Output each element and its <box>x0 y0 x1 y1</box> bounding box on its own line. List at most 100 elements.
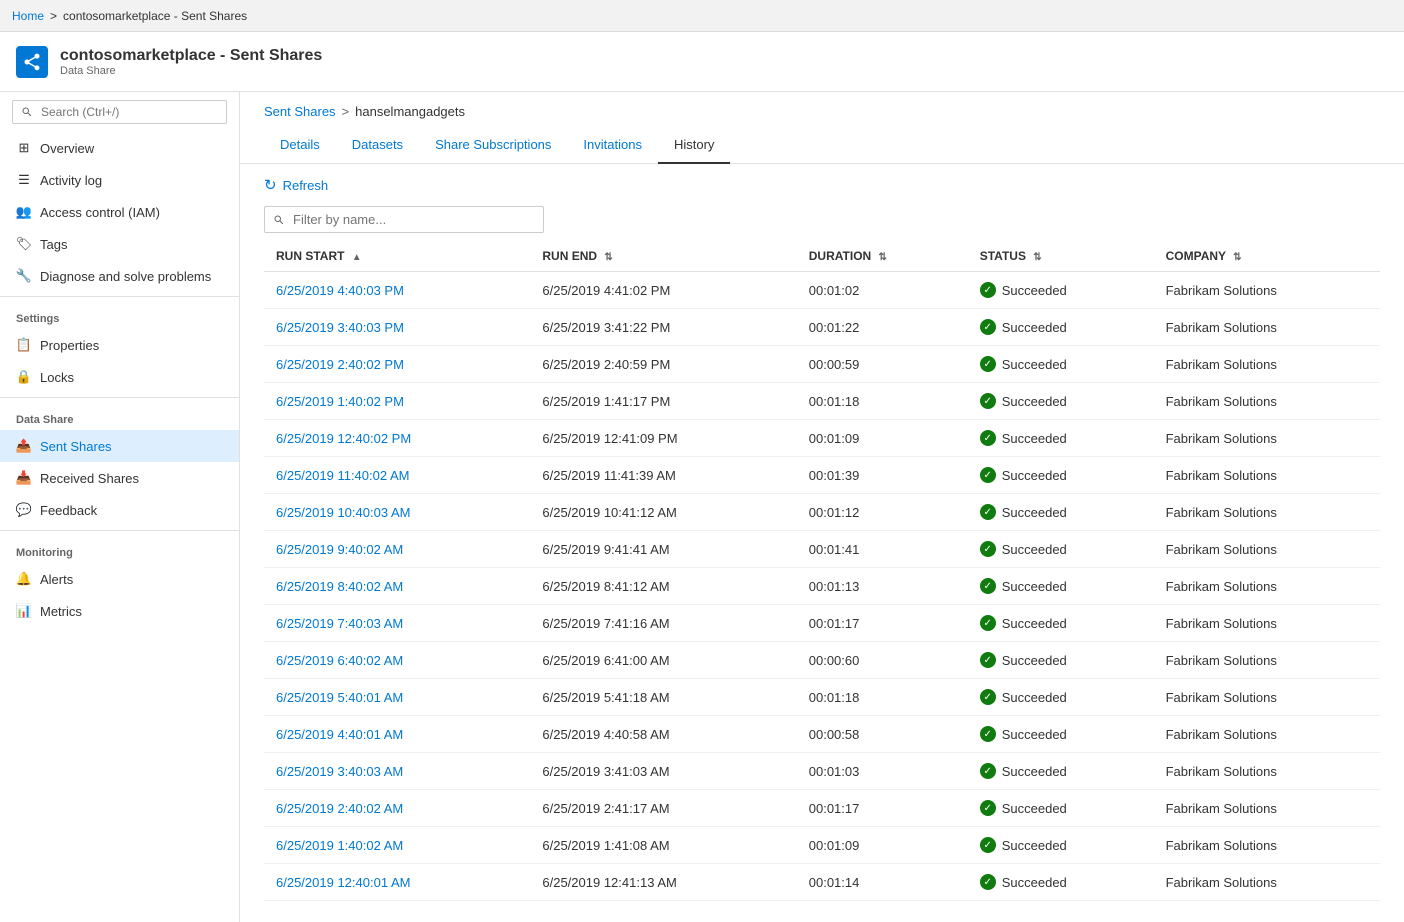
tab-invitations[interactable]: Invitations <box>567 127 658 164</box>
sidebar-item-tags[interactable]: 🏷 Tags <box>0 228 239 260</box>
cell-duration-7: 00:01:41 <box>797 531 968 568</box>
sidebar-item-access-control-label: Access control (IAM) <box>40 205 160 220</box>
sidebar-item-received-shares[interactable]: 📥 Received Shares <box>0 462 239 494</box>
cell-duration-15: 00:01:09 <box>797 827 968 864</box>
cell-status-1: ✓Succeeded <box>968 309 1154 346</box>
sidebar-item-alerts[interactable]: 🔔 Alerts <box>0 563 239 595</box>
wrench-icon: 🔧 <box>16 268 32 284</box>
cell-company-10: Fabrikam Solutions <box>1154 642 1380 679</box>
tab-details[interactable]: Details <box>264 127 336 164</box>
refresh-label: Refresh <box>283 178 329 193</box>
cell-status-6: ✓Succeeded <box>968 494 1154 531</box>
sidebar-item-access-control[interactable]: 👥 Access control (IAM) <box>0 196 239 228</box>
sidebar-item-feedback[interactable]: 💬 Feedback <box>0 494 239 526</box>
metrics-icon: 📊 <box>16 603 32 619</box>
sidebar-item-locks-label: Locks <box>40 370 74 385</box>
status-succeeded-icon-8: ✓ <box>980 578 996 594</box>
run-start-link-5[interactable]: 6/25/2019 11:40:02 AM <box>276 468 409 483</box>
run-start-link-4[interactable]: 6/25/2019 12:40:02 PM <box>276 431 411 446</box>
table-row: 6/25/2019 8:40:02 AM 6/25/2019 8:41:12 A… <box>264 568 1380 605</box>
people-icon: 👥 <box>16 204 32 220</box>
col-duration[interactable]: DURATION ⇅ <box>797 241 968 272</box>
home-link[interactable]: Home <box>12 9 44 23</box>
breadcrumb-parent-link[interactable]: Sent Shares <box>264 104 336 119</box>
run-start-link-16[interactable]: 6/25/2019 12:40:01 AM <box>276 875 410 890</box>
cell-run-end-7: 6/25/2019 9:41:41 AM <box>530 531 796 568</box>
cell-company-16: Fabrikam Solutions <box>1154 864 1380 901</box>
breadcrumb-sep: > <box>342 104 350 119</box>
run-start-link-14[interactable]: 6/25/2019 2:40:02 AM <box>276 801 403 816</box>
run-start-link-3[interactable]: 6/25/2019 1:40:02 PM <box>276 394 404 409</box>
table-row: 6/25/2019 12:40:01 AM 6/25/2019 12:41:13… <box>264 864 1380 901</box>
cell-duration-12: 00:00:58 <box>797 716 968 753</box>
run-start-sort-icon: ▲ <box>352 252 362 263</box>
table-row: 6/25/2019 5:40:01 AM 6/25/2019 5:41:18 A… <box>264 679 1380 716</box>
table-row: 6/25/2019 6:40:02 AM 6/25/2019 6:41:00 A… <box>264 642 1380 679</box>
cell-company-13: Fabrikam Solutions <box>1154 753 1380 790</box>
lock-icon: 🔒 <box>16 369 32 385</box>
cell-status-7: ✓Succeeded <box>968 531 1154 568</box>
cell-duration-13: 00:01:03 <box>797 753 968 790</box>
cell-run-end-0: 6/25/2019 4:41:02 PM <box>530 272 796 309</box>
sidebar-item-metrics[interactable]: 📊 Metrics <box>0 595 239 627</box>
run-start-link-12[interactable]: 6/25/2019 4:40:01 AM <box>276 727 403 742</box>
search-input[interactable] <box>12 100 227 124</box>
history-table-container: RUN START ▲ RUN END ⇅ DURATION ⇅ STATUS … <box>240 241 1404 922</box>
status-sort-icon: ⇅ <box>1033 252 1041 263</box>
sidebar-item-overview[interactable]: ⊞ Overview <box>0 132 239 164</box>
col-status[interactable]: STATUS ⇅ <box>968 241 1154 272</box>
run-start-link-7[interactable]: 6/25/2019 9:40:02 AM <box>276 542 403 557</box>
cell-run-start-3: 6/25/2019 1:40:02 PM <box>264 383 530 420</box>
cell-status-16: ✓Succeeded <box>968 864 1154 901</box>
sidebar-divider-1 <box>0 296 239 297</box>
tab-share-subscriptions[interactable]: Share Subscriptions <box>419 127 567 164</box>
cell-company-5: Fabrikam Solutions <box>1154 457 1380 494</box>
cell-run-end-11: 6/25/2019 5:41:18 AM <box>530 679 796 716</box>
run-start-link-0[interactable]: 6/25/2019 4:40:03 PM <box>276 283 404 298</box>
run-start-link-8[interactable]: 6/25/2019 8:40:02 AM <box>276 579 403 594</box>
cell-status-3: ✓Succeeded <box>968 383 1154 420</box>
col-run-start[interactable]: RUN START ▲ <box>264 241 530 272</box>
sidebar-item-properties[interactable]: 📋 Properties <box>0 329 239 361</box>
table-row: 6/25/2019 1:40:02 PM 6/25/2019 1:41:17 P… <box>264 383 1380 420</box>
cell-status-0: ✓Succeeded <box>968 272 1154 309</box>
sidebar-item-diagnose[interactable]: 🔧 Diagnose and solve problems <box>0 260 239 292</box>
cell-run-start-9: 6/25/2019 7:40:03 AM <box>264 605 530 642</box>
table-body: 6/25/2019 4:40:03 PM 6/25/2019 4:41:02 P… <box>264 272 1380 901</box>
cell-run-start-6: 6/25/2019 10:40:03 AM <box>264 494 530 531</box>
run-start-link-1[interactable]: 6/25/2019 3:40:03 PM <box>276 320 404 335</box>
cell-run-start-0: 6/25/2019 4:40:03 PM <box>264 272 530 309</box>
refresh-button[interactable]: ↻ Refresh <box>264 176 328 194</box>
col-company[interactable]: COMPANY ⇅ <box>1154 241 1380 272</box>
sidebar-item-sent-shares[interactable]: 📤 Sent Shares <box>0 430 239 462</box>
run-start-link-9[interactable]: 6/25/2019 7:40:03 AM <box>276 616 403 631</box>
filter-input[interactable] <box>264 206 544 233</box>
refresh-icon: ↻ <box>264 176 277 194</box>
cell-duration-10: 00:00:60 <box>797 642 968 679</box>
tab-history[interactable]: History <box>658 127 730 164</box>
cell-status-14: ✓Succeeded <box>968 790 1154 827</box>
run-start-link-13[interactable]: 6/25/2019 3:40:03 AM <box>276 764 403 779</box>
run-start-link-10[interactable]: 6/25/2019 6:40:02 AM <box>276 653 403 668</box>
run-start-link-6[interactable]: 6/25/2019 10:40:03 AM <box>276 505 410 520</box>
tab-datasets[interactable]: Datasets <box>336 127 419 164</box>
cell-company-1: Fabrikam Solutions <box>1154 309 1380 346</box>
cell-run-end-2: 6/25/2019 2:40:59 PM <box>530 346 796 383</box>
col-run-end[interactable]: RUN END ⇅ <box>530 241 796 272</box>
table-row: 6/25/2019 2:40:02 AM 6/25/2019 2:41:17 A… <box>264 790 1380 827</box>
run-start-link-2[interactable]: 6/25/2019 2:40:02 PM <box>276 357 404 372</box>
cell-run-start-12: 6/25/2019 4:40:01 AM <box>264 716 530 753</box>
run-start-link-15[interactable]: 6/25/2019 1:40:02 AM <box>276 838 403 853</box>
sidebar-item-activity-log[interactable]: ☰ Activity log <box>0 164 239 196</box>
share-icon <box>22 52 42 72</box>
cell-status-8: ✓Succeeded <box>968 568 1154 605</box>
top-breadcrumb-page: contosomarketplace - Sent Shares <box>63 9 247 23</box>
cell-company-0: Fabrikam Solutions <box>1154 272 1380 309</box>
table-row: 6/25/2019 10:40:03 AM 6/25/2019 10:41:12… <box>264 494 1380 531</box>
status-succeeded-icon-14: ✓ <box>980 800 996 816</box>
sidebar-item-locks[interactable]: 🔒 Locks <box>0 361 239 393</box>
cell-run-end-13: 6/25/2019 3:41:03 AM <box>530 753 796 790</box>
cell-status-2: ✓Succeeded <box>968 346 1154 383</box>
status-succeeded-icon-15: ✓ <box>980 837 996 853</box>
run-start-link-11[interactable]: 6/25/2019 5:40:01 AM <box>276 690 403 705</box>
